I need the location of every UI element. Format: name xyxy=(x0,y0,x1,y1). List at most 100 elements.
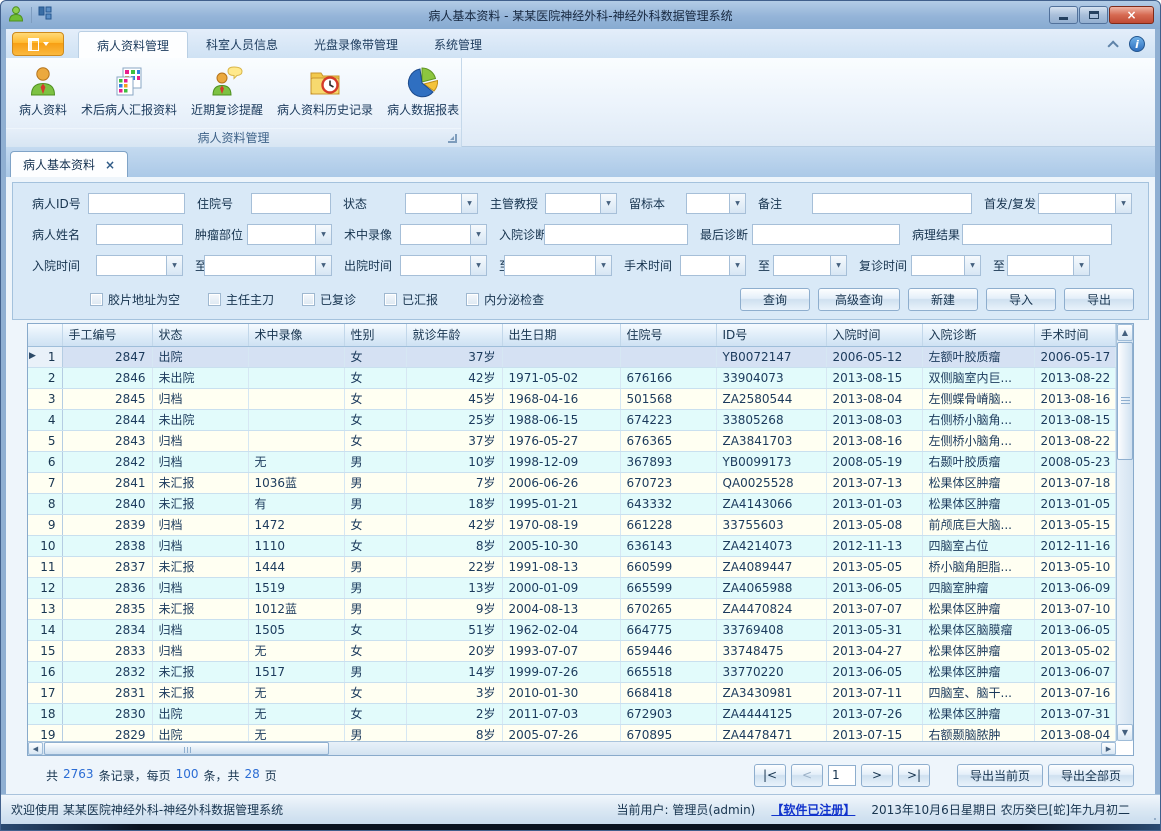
chevron-down-icon[interactable]: ▼ xyxy=(461,194,477,213)
search-text-input[interactable] xyxy=(96,224,183,245)
ribbon-button-patient-data[interactable]: 病人资料 xyxy=(12,61,74,120)
scroll-right-icon[interactable]: ▶ xyxy=(1101,742,1116,755)
search-combo[interactable]: ▼ xyxy=(773,255,847,276)
checkbox-box[interactable] xyxy=(208,293,221,306)
table-row[interactable]: 142834归档1505女51岁1962-02-0466477533769408… xyxy=(28,619,1116,640)
table-row[interactable]: 132835未汇报1012蓝男9岁2004-08-13670265ZA44708… xyxy=(28,598,1116,619)
table-row[interactable]: 52843归档女37岁1976-05-27676365ZA38417032013… xyxy=(28,430,1116,451)
chevron-down-icon[interactable]: ▼ xyxy=(830,256,846,275)
grid-column-header[interactable]: 住院号 xyxy=(620,324,716,346)
chevron-down-icon[interactable]: ▼ xyxy=(470,256,486,275)
table-row[interactable]: 62842归档无男10岁1998-12-09367893YB0099173200… xyxy=(28,451,1116,472)
quick-access-icon[interactable] xyxy=(38,6,53,24)
ribbon-button-data-report[interactable]: 病人数据报表 xyxy=(380,61,466,120)
vertical-scrollbar[interactable]: ▲ ▼ xyxy=(1116,324,1133,741)
search-combo[interactable]: ▼ xyxy=(504,255,612,276)
last-page-button[interactable]: >| xyxy=(898,764,930,787)
chevron-down-icon[interactable]: ▼ xyxy=(595,256,611,275)
table-row[interactable]: 162832未汇报1517男14岁1999-07-266655183377022… xyxy=(28,661,1116,682)
scroll-left-icon[interactable]: ◀ xyxy=(28,742,43,755)
info-icon[interactable]: i xyxy=(1129,36,1145,52)
search-combo[interactable]: ▼ xyxy=(686,193,746,214)
close-tab-icon[interactable]: × xyxy=(105,159,115,171)
ribbon-tab-disc-management[interactable]: 光盘录像带管理 xyxy=(296,31,416,58)
checkbox-box[interactable] xyxy=(302,293,315,306)
search-combo[interactable]: ▼ xyxy=(96,255,183,276)
table-row[interactable]: 92839归档1472女42岁1970-08-19661228337556032… xyxy=(28,514,1116,535)
page-number-input[interactable] xyxy=(828,765,856,786)
chevron-down-icon[interactable]: ▼ xyxy=(1115,194,1131,213)
search-text-input[interactable] xyxy=(962,224,1112,245)
table-row[interactable]: 32845归档女45岁1968-04-16501568ZA25805442013… xyxy=(28,388,1116,409)
first-page-button[interactable]: |< xyxy=(754,764,786,787)
horizontal-scrollbar-thumb[interactable] xyxy=(44,742,329,755)
table-row[interactable]: 152833归档无女20岁1993-07-0765944633748475201… xyxy=(28,640,1116,661)
export-current-page-button[interactable]: 导出当前页 xyxy=(957,764,1043,787)
search-combo[interactable]: ▼ xyxy=(405,193,478,214)
query-button[interactable]: 查询 xyxy=(740,288,810,311)
table-row[interactable]: 102838归档1110女8岁2005-10-30636143ZA4214073… xyxy=(28,535,1116,556)
search-combo[interactable]: ▼ xyxy=(247,224,332,245)
grid-column-header[interactable]: 出生日期 xyxy=(502,324,620,346)
chevron-down-icon[interactable]: ▼ xyxy=(315,256,331,275)
grid-column-header[interactable]: 入院诊断 xyxy=(922,324,1034,346)
ribbon-tab-system[interactable]: 系统管理 xyxy=(416,31,500,58)
table-row[interactable]: 82840未汇报有男18岁1995-01-21643332ZA414306620… xyxy=(28,493,1116,514)
chevron-down-icon[interactable]: ▼ xyxy=(729,256,745,275)
export-button[interactable]: 导出 xyxy=(1064,288,1134,311)
table-row[interactable]: 182830出院无女2岁2011-07-03672903ZA4444125201… xyxy=(28,703,1116,724)
grid-corner-cell[interactable] xyxy=(28,324,62,346)
filter-checkbox-2[interactable]: 主任主刀 xyxy=(208,291,274,308)
grid-column-header[interactable]: 手术时间 xyxy=(1034,324,1116,346)
ribbon-button-revisit-reminder[interactable]: 近期复诊提醒 xyxy=(184,61,270,120)
chevron-down-icon[interactable]: ▼ xyxy=(1073,256,1089,275)
grid-column-header[interactable]: ID号 xyxy=(716,324,826,346)
search-combo[interactable]: ▼ xyxy=(204,255,332,276)
next-page-button[interactable]: > xyxy=(861,764,893,787)
search-combo[interactable]: ▼ xyxy=(400,224,487,245)
chevron-down-icon[interactable]: ▼ xyxy=(470,225,486,244)
scroll-up-icon[interactable]: ▲ xyxy=(1117,324,1133,341)
export-all-pages-button[interactable]: 导出全部页 xyxy=(1048,764,1134,787)
table-row[interactable]: 172831未汇报无女3岁2010-01-30668418ZA343098120… xyxy=(28,682,1116,703)
horizontal-scrollbar[interactable]: ◀ ▶ xyxy=(28,741,1116,755)
scroll-down-icon[interactable]: ▼ xyxy=(1117,724,1133,741)
dialog-launcher-icon[interactable] xyxy=(448,134,457,143)
new-button[interactable]: 新建 xyxy=(908,288,978,311)
search-combo[interactable]: ▼ xyxy=(911,255,981,276)
search-text-input[interactable] xyxy=(752,224,900,245)
chevron-down-icon[interactable]: ▼ xyxy=(315,225,331,244)
close-button[interactable]: × xyxy=(1109,6,1154,24)
chevron-down-icon[interactable]: ▼ xyxy=(166,256,182,275)
doc-tab-patient-basic-data[interactable]: 病人基本资料 × xyxy=(10,151,128,177)
filter-checkbox-5[interactable]: 内分泌检查 xyxy=(466,291,544,308)
grid-column-header[interactable]: 术中录像 xyxy=(248,324,344,346)
filter-checkbox-3[interactable]: 已复诊 xyxy=(302,291,356,308)
search-text-input[interactable] xyxy=(544,224,688,245)
search-combo[interactable]: ▼ xyxy=(1007,255,1090,276)
collapse-ribbon-icon[interactable] xyxy=(1107,40,1118,51)
application-menu-button[interactable] xyxy=(12,32,64,56)
checkbox-box[interactable] xyxy=(384,293,397,306)
vertical-scrollbar-thumb[interactable] xyxy=(1117,342,1133,460)
grid-column-header[interactable]: 入院时间 xyxy=(826,324,922,346)
chevron-down-icon[interactable]: ▼ xyxy=(600,194,616,213)
minimize-button[interactable] xyxy=(1049,6,1078,24)
import-button[interactable]: 导入 xyxy=(986,288,1056,311)
grid-column-header[interactable]: 状态 xyxy=(152,324,248,346)
ribbon-tab-patient-management[interactable]: 病人资料管理 xyxy=(78,31,188,58)
search-text-input[interactable] xyxy=(812,193,972,214)
license-link[interactable]: 【软件已注册】 xyxy=(771,801,855,818)
advanced-query-button[interactable]: 高级查询 xyxy=(818,288,900,311)
ribbon-tab-staff-info[interactable]: 科室人员信息 xyxy=(188,31,296,58)
table-row[interactable]: 122836归档1519男13岁2000-01-09665599ZA406598… xyxy=(28,577,1116,598)
checkbox-box[interactable] xyxy=(466,293,479,306)
grid-column-header[interactable]: 性别 xyxy=(344,324,406,346)
table-row[interactable]: 112837未汇报1444男22岁1991-08-13660599ZA40894… xyxy=(28,556,1116,577)
filter-checkbox-4[interactable]: 已汇报 xyxy=(384,291,438,308)
search-text-input[interactable] xyxy=(88,193,185,214)
grid-column-header[interactable]: 手工编号 xyxy=(62,324,152,346)
search-combo[interactable]: ▼ xyxy=(545,193,617,214)
search-text-input[interactable] xyxy=(251,193,331,214)
chevron-down-icon[interactable]: ▼ xyxy=(729,194,745,213)
